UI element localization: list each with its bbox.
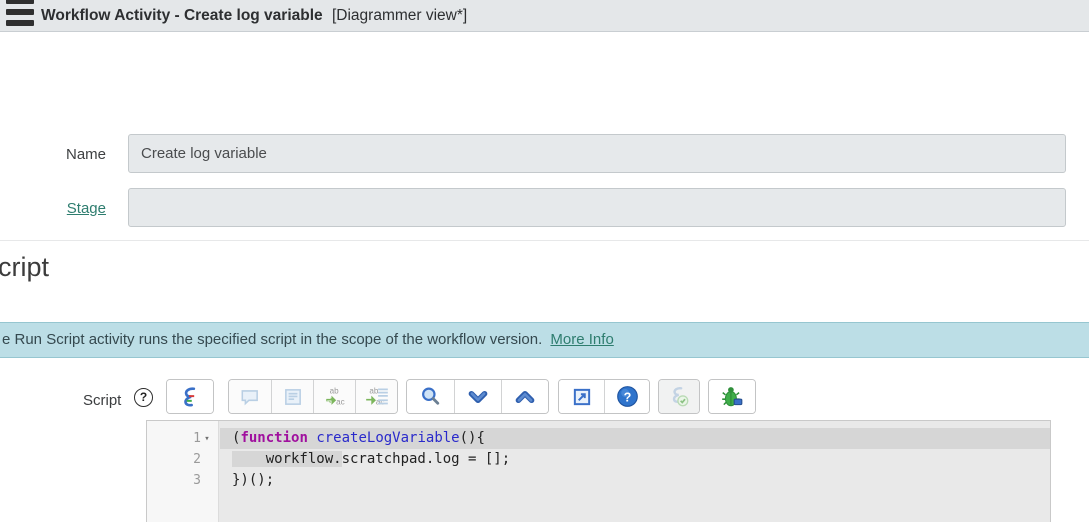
workflow-activity-page: Workflow Activity - Create log variable … [0,0,1089,522]
more-info-link[interactable]: More Info [550,331,613,348]
name-field-label: Name [65,146,106,163]
hamburger-menu-icon[interactable] [6,0,34,30]
svg-text:ab: ab [369,386,379,395]
toolbar-group-debug [708,379,756,414]
svg-text:ac: ac [336,397,345,406]
find-previous-button[interactable] [501,380,548,413]
code-token-keyword: function [240,430,308,446]
speech-bubble-icon [239,386,261,408]
name-input[interactable] [128,134,1066,173]
code-token-fname: createLogVariable [316,430,460,446]
header-bar: Workflow Activity - Create log variable … [0,0,1089,32]
stage-input[interactable] [128,188,1066,227]
page-title-main: Workflow Activity - Create log variable [41,7,323,24]
editor-gutter: 1 ▾ 2 3 [147,421,219,522]
script-check-button [659,380,699,413]
activity-info-banner: e Run Script activity runs the specified… [0,322,1089,358]
magnifier-icon [419,385,443,409]
svg-text:ab: ab [329,386,339,395]
script-editor-toolbar: ab ac ab ac? [166,379,756,414]
stage-field-link[interactable]: Stage [67,200,106,217]
script-debugger-button[interactable] [709,380,755,413]
code-line[interactable]: })(); [220,470,1050,491]
code-lines[interactable]: (function createLogVariable(){ workflow.… [220,421,1050,522]
info-banner-text: e Run Script activity runs the specified… [2,331,543,348]
replace-all-button: ab ac [355,380,397,413]
page-title-view: [Diagrammer view*] [331,7,468,24]
section-divider [0,240,1089,241]
comment-toggle-button [229,380,271,413]
page-title: Workflow Activity - Create log variable … [41,0,467,32]
open-in-window-button[interactable] [559,380,604,413]
debug-bug-icon [720,385,744,409]
chevron-down-icon [467,386,489,408]
pop-out-icon [571,386,593,408]
gutter-line: 2 [147,449,218,470]
code-token-plain: })(); [232,472,275,488]
script-code-editor[interactable]: 1 ▾ 2 3 (function createLogVariable(){ work… [146,420,1051,522]
line-number: 3 [193,473,201,488]
script-check-icon [667,385,691,409]
code-line[interactable]: workflow.scratchpad.log = []; [220,449,1050,470]
line-number: 2 [193,452,201,467]
toolbar-group-nav: ? [558,379,650,414]
code-token-plain: scratchpad.log = []; [341,451,511,467]
toolbar-group-syntax [166,379,214,414]
script-field-label: Script [83,392,122,409]
format-code-button [271,380,313,413]
editor-help-button[interactable]: ? [604,380,649,413]
format-lines-icon [282,386,304,408]
question-circle-outline-icon[interactable]: ? [134,388,153,407]
code-line[interactable]: (function createLogVariable(){ [220,428,1050,449]
toolbar-group-check [658,379,700,414]
gutter-line: 3 [147,470,218,491]
gutter-line: 1 ▾ [147,428,218,449]
section-heading: cript [0,252,50,282]
toolbar-group-search [406,379,549,414]
question-circle-filled-icon: ? [616,385,639,408]
svg-text:ac: ac [375,397,384,406]
code-token-plain: (){ [459,430,485,446]
svg-text:?: ? [623,390,631,404]
find-next-button[interactable] [454,380,501,413]
replace-all-icon: ab ac [364,385,390,409]
syntax-editor-toggle-button[interactable] [167,380,213,413]
replace-button: ab ac [313,380,355,413]
fold-arrow-icon[interactable]: ▾ [201,434,213,444]
line-number: 1 [193,431,201,446]
toolbar-group-edit: ab ac ab ac [228,379,398,414]
search-button[interactable] [407,380,454,413]
chevron-up-icon [514,386,536,408]
replace-ab-ac-icon: ab ac [322,385,348,409]
code-token-plain: workflow. [232,451,342,467]
stage-field-label-wrap: Stage [0,200,106,217]
script-syntax-icon [179,386,201,408]
